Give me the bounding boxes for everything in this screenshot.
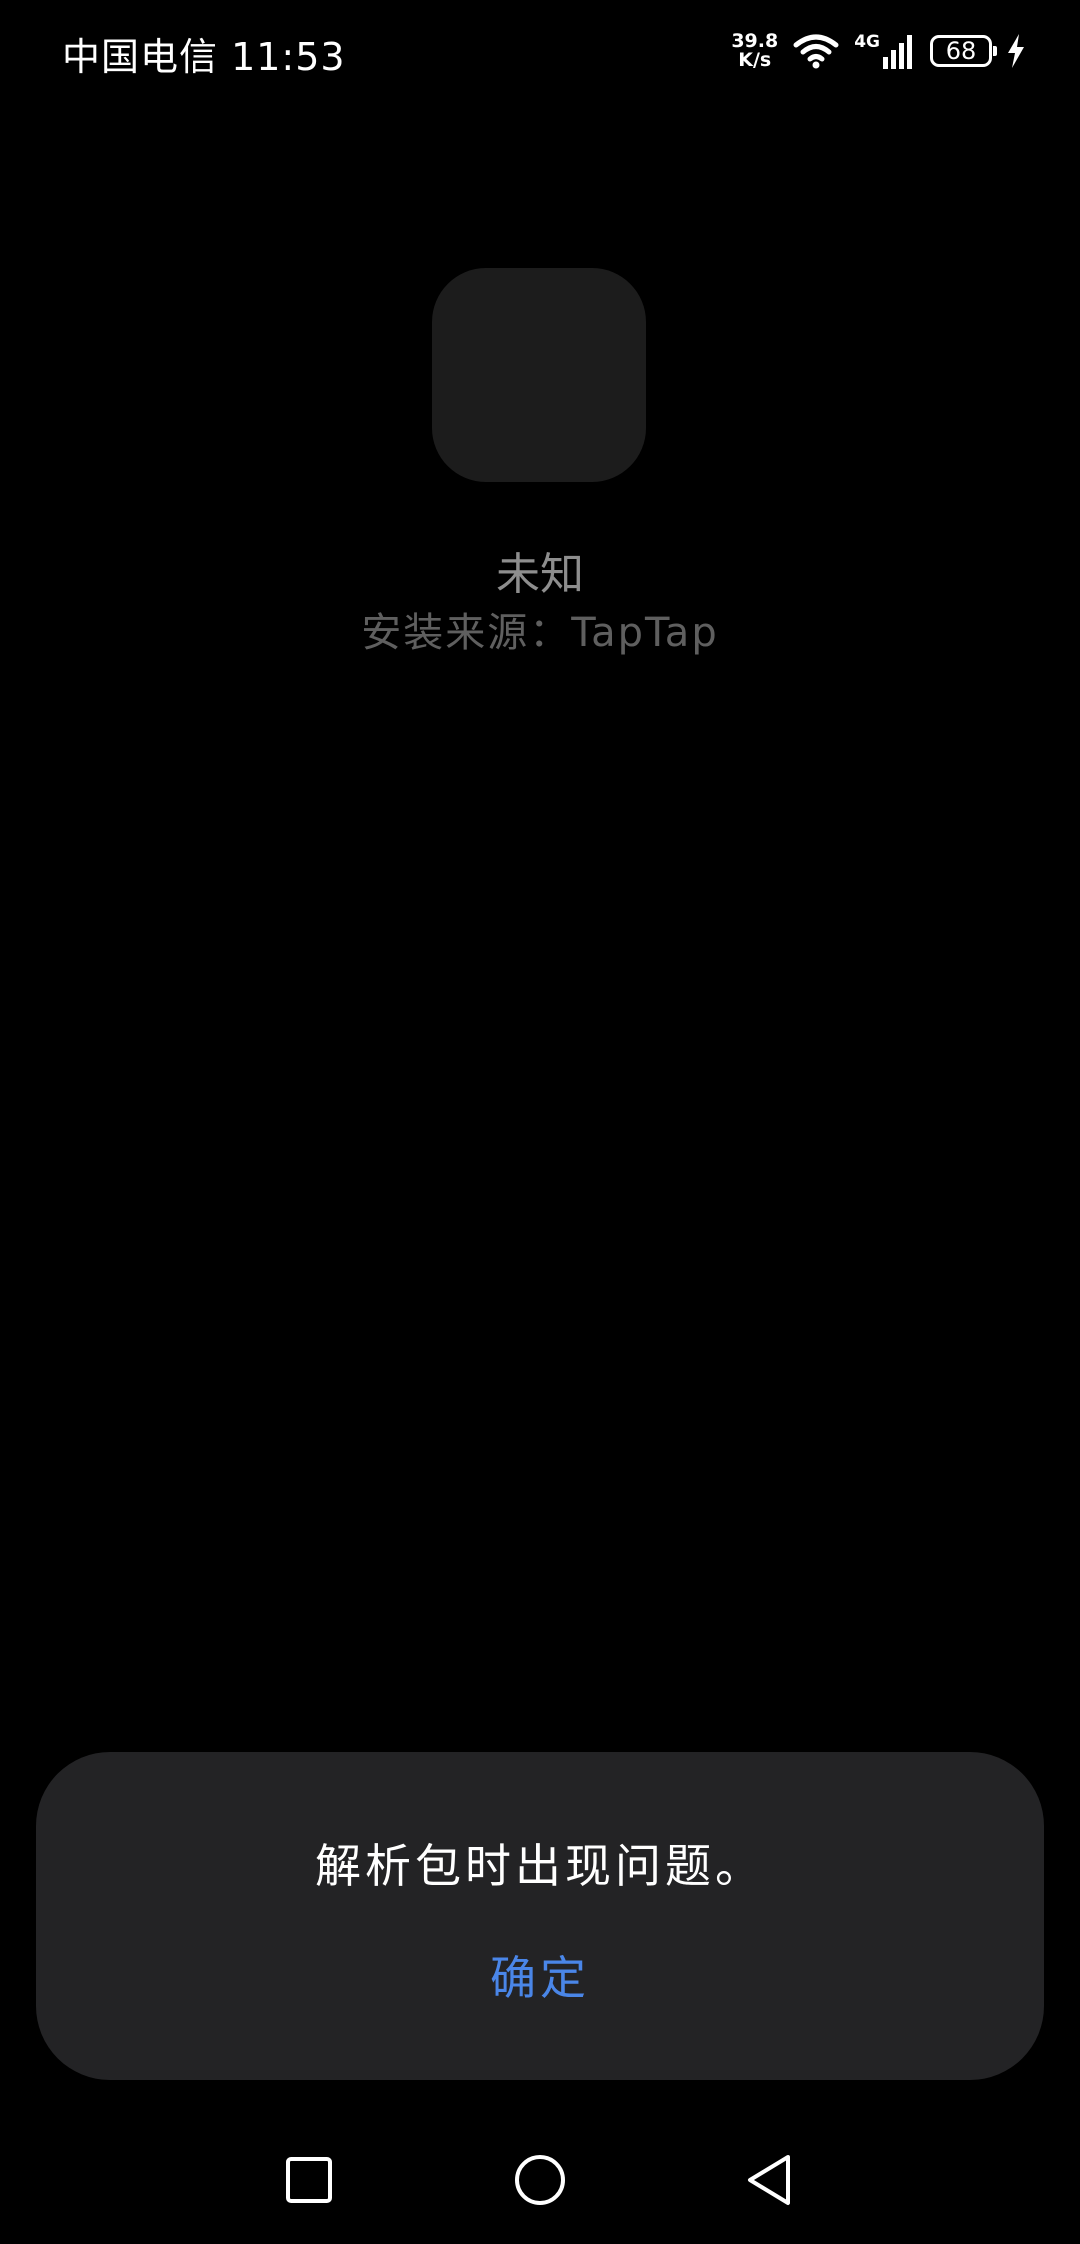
back-button[interactable] <box>709 2120 829 2244</box>
battery-icon: 68 <box>930 35 997 67</box>
signal-icon <box>882 33 916 69</box>
status-icons: 39.8 K/s 4G 68 <box>731 28 1026 74</box>
navigation-bar <box>0 2120 1080 2244</box>
network-type: 4G <box>854 32 880 52</box>
recent-apps-button[interactable] <box>249 2120 369 2244</box>
back-icon <box>744 2153 794 2211</box>
confirm-button[interactable]: 确定 <box>440 1932 640 2024</box>
network-speed-unit: K/s <box>738 49 772 71</box>
home-button[interactable] <box>480 2120 600 2244</box>
recent-apps-icon <box>285 2156 333 2208</box>
carrier-time: 中国电信 11:53 <box>62 35 346 79</box>
home-icon <box>513 2153 567 2211</box>
app-icon-placeholder <box>432 268 646 482</box>
app-name: 未知 <box>496 549 584 600</box>
network-speed: 39.8 K/s <box>731 32 778 70</box>
dialog-message: 解析包时出现问题。 <box>315 1839 765 1893</box>
error-dialog: 解析包时出现问题。 确定 <box>36 1752 1044 2080</box>
screen: 中国电信 11:53 39.8 K/s 4G 68 未知 安装来源：TapTap… <box>0 0 1080 2244</box>
cellular-signal: 4G <box>854 33 916 69</box>
charging-icon <box>1006 33 1026 69</box>
status-bar: 中国电信 11:53 39.8 K/s 4G 68 <box>0 0 1080 100</box>
install-source: 安装来源：TapTap <box>361 610 719 656</box>
battery-level: 68 <box>945 37 977 65</box>
wifi-icon <box>792 33 840 69</box>
